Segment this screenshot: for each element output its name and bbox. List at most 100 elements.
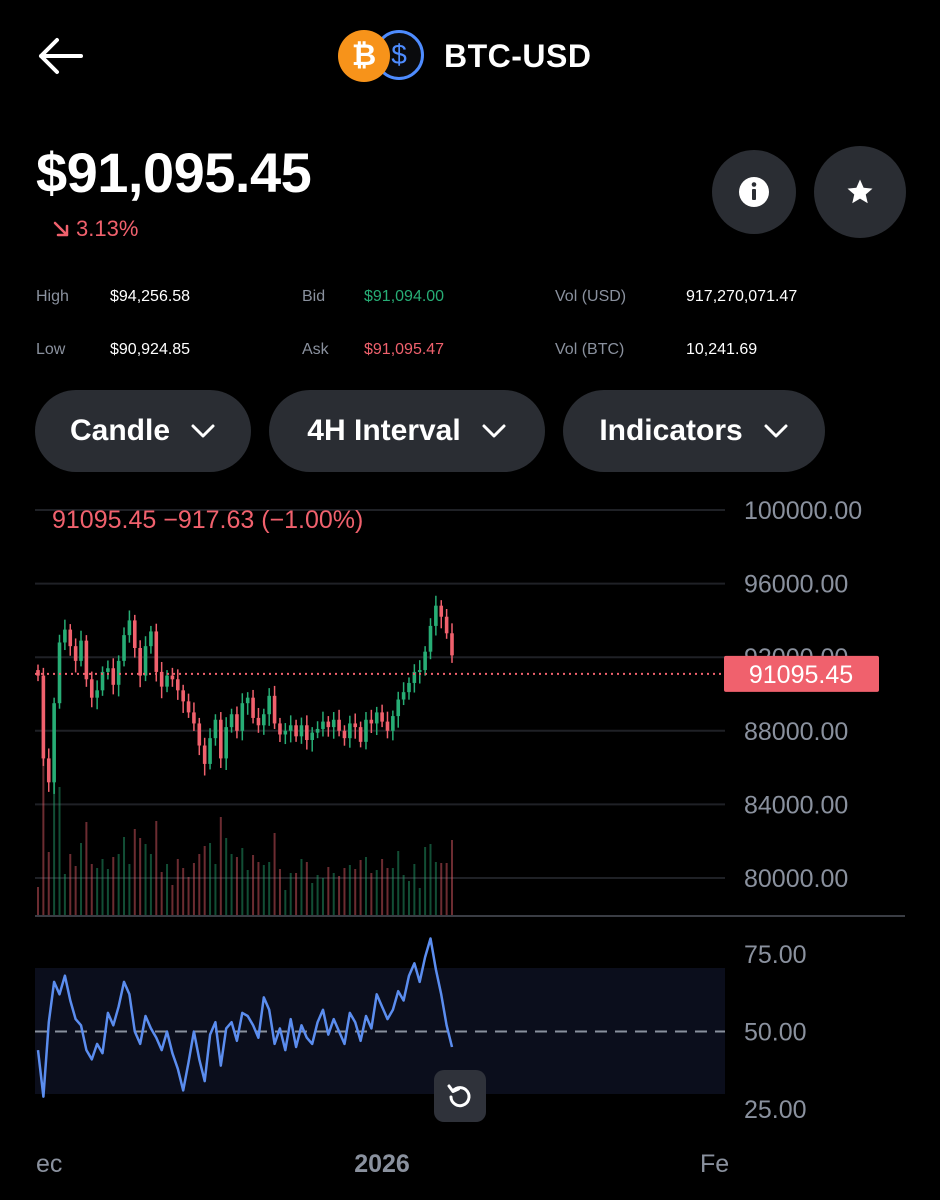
vol-usd-label: Vol (USD) <box>555 288 627 305</box>
candle-body <box>321 721 325 729</box>
interval-dropdown[interactable]: 4H Interval <box>269 390 545 472</box>
price-change-percent: 3.13% <box>76 216 139 241</box>
candle-body <box>423 651 427 671</box>
volume-bar <box>445 863 448 916</box>
candle-body <box>127 620 132 636</box>
volume-bar <box>144 844 147 916</box>
candle-body <box>68 629 73 647</box>
volume-bar <box>37 887 39 916</box>
volume-bar <box>230 854 233 916</box>
volume-bar <box>203 846 206 916</box>
volume-bar <box>391 868 394 916</box>
volume-bar <box>386 868 389 916</box>
candle-body <box>288 725 293 731</box>
volume-bar <box>359 860 362 916</box>
volume-bar <box>332 873 335 916</box>
header: ₿ $ BTC-USD <box>0 0 940 110</box>
interval-label: 4H Interval <box>307 414 461 447</box>
candle-body <box>154 631 159 672</box>
volume-bar <box>155 821 158 916</box>
candle-body <box>283 730 288 735</box>
back-button[interactable] <box>30 28 90 84</box>
candle-body <box>52 703 56 783</box>
volume-bar <box>171 885 174 916</box>
chevron-down-icon <box>764 424 788 438</box>
candle-body <box>385 721 390 731</box>
candle-body <box>272 695 277 724</box>
volume-bar <box>58 787 61 916</box>
candle-body <box>73 646 78 661</box>
volume-bar <box>273 833 276 916</box>
volume-bar <box>123 837 126 916</box>
info-button[interactable] <box>712 150 796 234</box>
volume-bar <box>225 838 228 916</box>
volume-bar <box>166 864 169 916</box>
pair-label: BTC-USD <box>444 37 592 74</box>
candle-body <box>89 679 94 698</box>
volume-bar <box>47 852 50 916</box>
candle-body <box>331 719 336 728</box>
candle-body <box>186 701 191 713</box>
volume-bar <box>424 847 427 916</box>
time-axis: ec 2026 Fe <box>36 1150 729 1178</box>
candle-body <box>342 730 347 739</box>
bid-value: $91,094.00 <box>364 288 445 305</box>
candle-body <box>170 675 175 680</box>
volume-bar <box>187 877 190 916</box>
candle-body <box>116 660 121 685</box>
candle-body <box>256 717 261 726</box>
vol-btc-label: Vol (BTC) <box>555 341 625 358</box>
candle-body <box>326 721 331 728</box>
chart-type-dropdown[interactable]: Candle <box>35 390 251 472</box>
chart-type-label: Candle <box>69 414 171 447</box>
volume-bar <box>80 843 83 916</box>
volume-bar <box>413 864 416 916</box>
indicators-dropdown[interactable]: Indicators <box>563 390 825 472</box>
volume-bar <box>63 874 66 916</box>
candle-body <box>63 629 67 643</box>
volume-bar <box>375 870 378 916</box>
favorite-button[interactable] <box>814 146 906 238</box>
candle-body <box>364 719 368 742</box>
ask-value: $91,095.47 <box>364 341 445 358</box>
volume-bar <box>133 829 136 916</box>
candle-body <box>262 714 266 726</box>
volume-bar <box>316 875 319 916</box>
volume-bar <box>338 876 341 916</box>
chevron-down-icon <box>482 424 506 438</box>
bid-label: Bid <box>302 288 326 305</box>
rsi-tick-label: 25.00 <box>744 1096 807 1124</box>
volume-bar <box>139 838 142 916</box>
candle-body <box>240 703 245 731</box>
volume-bar <box>42 747 45 916</box>
reset-zoom-button[interactable] <box>434 1070 486 1122</box>
volume-bar <box>241 848 244 916</box>
candle-body <box>143 646 148 676</box>
volume-bar <box>295 873 298 916</box>
candle-body <box>111 668 116 685</box>
volume-bar <box>300 859 303 916</box>
candle-body <box>132 620 137 648</box>
price-axis: 100000.0096000.0092000.0088000.0084000.0… <box>744 497 862 893</box>
candle-body <box>358 727 363 742</box>
candle-body <box>41 675 46 759</box>
low-label: Low <box>36 341 66 358</box>
price-tick-label: 88000.00 <box>744 718 848 746</box>
volume-bar <box>198 854 201 916</box>
candle-body <box>434 605 438 626</box>
candle-body <box>299 725 304 737</box>
candle-body <box>396 699 401 717</box>
candle-body <box>57 642 62 704</box>
last-price-tag-text: 91095.45 <box>749 661 853 689</box>
volume-bar <box>192 863 195 916</box>
volume-bar <box>117 854 120 916</box>
candle-body <box>428 625 433 652</box>
price-change: 3.13% <box>52 216 138 242</box>
volume-bar <box>235 857 238 916</box>
price-tick-label: 96000.00 <box>744 571 848 599</box>
candle-body <box>305 725 309 740</box>
candle-body <box>391 716 395 731</box>
candle-body <box>417 670 422 672</box>
volume-bar <box>219 817 222 916</box>
rotate-ccw-icon <box>447 1084 471 1108</box>
